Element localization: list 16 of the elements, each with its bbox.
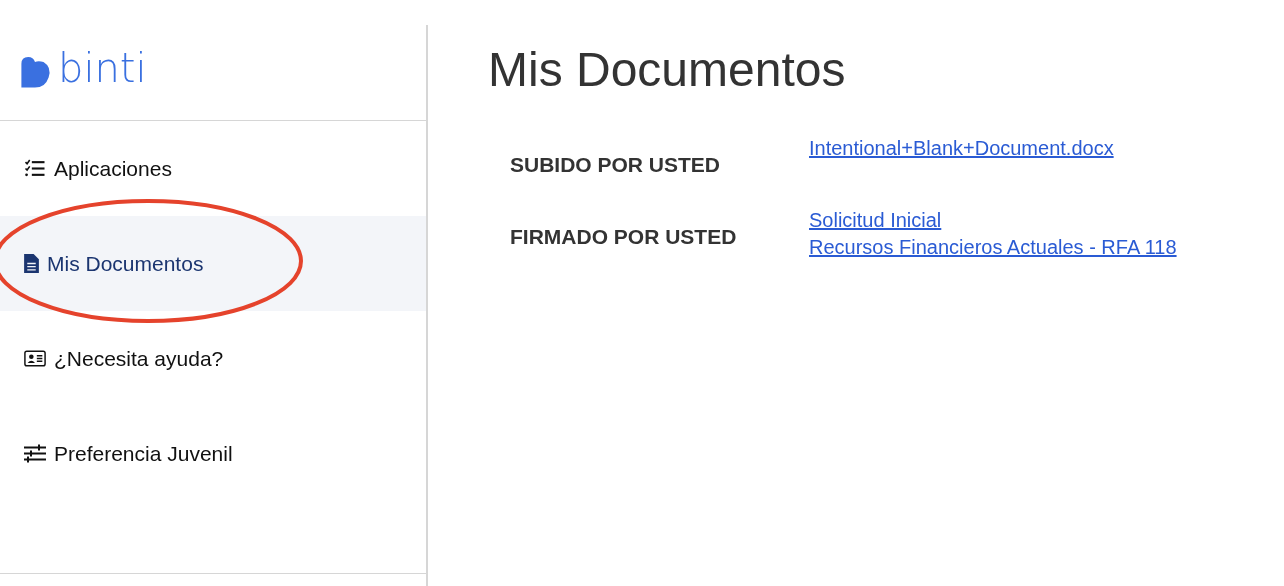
document-link[interactable]: Solicitud Inicial	[809, 209, 1177, 232]
sidebar-item[interactable]: Aplicaciones	[0, 121, 426, 216]
checklist-icon	[24, 159, 46, 178]
sidebar-item[interactable]: Preferencia Juvenil	[0, 406, 426, 501]
section-label: FIRMADO POR USTED	[510, 224, 738, 249]
id-card-icon	[24, 349, 46, 368]
page-title: Mis Documentos	[488, 42, 847, 97]
document-link[interactable]: Recursos Financieros Actuales - RFA 118	[809, 236, 1177, 259]
logo-icon	[18, 57, 52, 91]
sliders-icon	[24, 444, 46, 463]
logo-text: binti	[58, 47, 147, 88]
document-link[interactable]: Intentional+Blank+Document.docx	[809, 137, 1114, 160]
document-icon	[24, 254, 39, 273]
sidebar-item[interactable]: Mis Documentos	[0, 216, 426, 311]
section-label: SUBIDO POR USTED	[510, 152, 722, 177]
sidebar-item[interactable]: ¿Necesita ayuda?	[0, 311, 426, 406]
